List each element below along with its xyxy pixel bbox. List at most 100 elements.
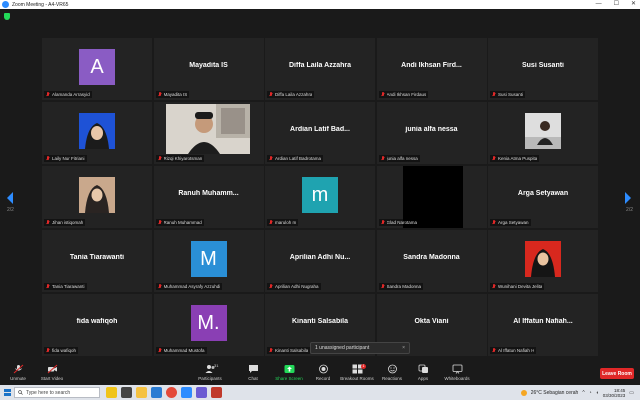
participant-tile[interactable]: Ardian Latif Bad... Ardian Latif Badrotam… — [265, 102, 375, 164]
next-page-arrow-icon[interactable] — [624, 191, 634, 205]
weather-text[interactable]: 26°C Sebagian cerah — [531, 390, 579, 396]
participant-name-label: fida wafiqoh — [44, 347, 79, 354]
record-label: Record — [315, 376, 331, 381]
muted-mic-icon — [269, 348, 273, 353]
participant-name-text: Muhammad Mustofa — [163, 348, 205, 353]
participant-name-text: Kenia Atma Puspita — [498, 156, 538, 161]
minimize-icon[interactable]: — — [596, 0, 602, 9]
file-explorer-icon[interactable] — [136, 387, 147, 398]
participant-display-name: Kinanti Salsabila — [291, 318, 349, 325]
breakout-rooms-button[interactable]: 1 Breakout Rooms — [337, 363, 377, 381]
chrome-browser-icon[interactable] — [166, 387, 177, 398]
participant-tile[interactable]: Glad Narotama — [376, 166, 487, 228]
participant-name-label: Sandra Madonna — [378, 283, 424, 290]
participant-tile[interactable]: Laily Nur Fitriani — [42, 102, 152, 164]
participant-display-name: Tania Tiarawanti — [69, 254, 125, 261]
participant-display-name: fida wafiqoh — [76, 318, 118, 325]
participant-name-label: maruloh m — [267, 219, 299, 226]
chat-button[interactable]: Chat — [233, 363, 273, 381]
tray-chevron-icon[interactable]: ^ — [582, 390, 584, 396]
participant-name-label: Diffa Laila Azzahra — [267, 91, 315, 98]
participant-tile[interactable]: Ranuh Muhamm... Ranuh Muhammad — [153, 166, 264, 228]
reactions-label: Reactions — [381, 376, 402, 381]
participant-name-text: Glad Narotama — [386, 220, 418, 225]
edge-browser-icon[interactable] — [151, 387, 162, 398]
notification-icon[interactable]: ▭ — [629, 390, 634, 396]
participant-tile[interactable]: Al Iffatun Nafiah... Al Iffatun Nafiah H — [488, 294, 598, 356]
participant-tile[interactable]: Mayadita IS Mayadita IS — [153, 38, 264, 100]
participant-tile[interactable]: Diffa Laila Azzahra Diffa Laila Azzahra — [265, 38, 375, 100]
leave-room-button[interactable]: Leave Room — [600, 368, 634, 379]
participants-button[interactable]: 31 Participants — [190, 363, 230, 381]
close-banner-icon[interactable]: × — [402, 345, 405, 351]
participant-name-label: Andi Ikhsan Firdaus — [378, 91, 429, 98]
zoom-app-icon[interactable] — [181, 387, 192, 398]
participant-name-label: Kenia Atma Puspita — [490, 155, 540, 162]
participant-tile[interactable]: A Alamanda Arrasyid — [42, 38, 152, 100]
participant-name-text: Tania Tiarawanti — [52, 284, 85, 289]
participants-count: 31 — [214, 363, 219, 368]
muted-mic-icon — [381, 92, 385, 97]
windows-logo-icon — [3, 389, 11, 396]
close-icon[interactable]: ✕ — [631, 0, 636, 9]
whiteboards-button[interactable]: Whiteboards — [437, 363, 477, 381]
app-icon[interactable] — [196, 387, 207, 398]
participant-name-text: Sandra Madonna — [386, 284, 422, 289]
previous-page-arrow-icon[interactable] — [6, 191, 16, 205]
media-app-icon[interactable] — [211, 387, 222, 398]
participant-display-name: Aprilian Adhi Nu... — [289, 254, 351, 261]
participant-name-label: Muhammad Asyrafy Azzuhdi — [155, 283, 223, 290]
volume-icon[interactable]: ◖ — [596, 390, 599, 396]
system-clock[interactable]: 18:45 03/30/2023 — [603, 388, 626, 398]
participant-tile[interactable]: fida wafiqoh fida wafiqoh — [42, 294, 152, 356]
participant-tile[interactable]: Aprilian Adhi Nu... Aprilian Adhi Nugraha — [265, 230, 375, 292]
participant-name-label: Al Iffatun Nafiah H — [490, 347, 537, 354]
participant-tile[interactable]: Kenia Atma Puspita — [488, 102, 598, 164]
participant-name-text: Andi Ikhsan Firdaus — [386, 92, 427, 97]
participant-tile[interactable]: Tania Tiarawanti Tania Tiarawanti — [42, 230, 152, 292]
participant-tile[interactable]: Andi Ikhsan Fird... Andi Ikhsan Firdaus — [376, 38, 487, 100]
participant-profile-photo — [79, 177, 115, 213]
participant-display-name: Arga Setyawan — [517, 190, 569, 197]
start-video-button[interactable]: Start Video — [32, 363, 72, 381]
meeting-toolbar: Unmute Start Video 31 Participants Chat … — [0, 361, 640, 385]
muted-mic-icon — [158, 220, 162, 225]
widgets-icon[interactable] — [106, 387, 117, 398]
participant-tile[interactable]: M Muhammad Asyrafy Azzuhdi — [153, 230, 264, 292]
participant-name-label: Rizqi Khiyarotsman — [155, 155, 205, 162]
participant-display-name: junia alfa nessa — [405, 126, 458, 133]
participant-tile[interactable]: junia alfa nessa junia alfa nessa — [376, 102, 487, 164]
participant-tile[interactable]: Jihan istiqomah — [42, 166, 152, 228]
window-titlebar: Zoom Meeting - A4-VR65 — ☐ ✕ — [0, 0, 640, 9]
windows-start-button[interactable] — [0, 385, 14, 400]
participant-tile[interactable]: Susi Susanti Susi Susanti — [488, 38, 598, 100]
participant-name-label: Ardian Latif Badrotama — [267, 155, 324, 162]
participant-tile[interactable]: Rizqi Khiyarotsman — [153, 102, 264, 164]
participant-tile[interactable]: M. Muhammad Mustofa — [153, 294, 264, 356]
wifi-icon[interactable]: ◔ — [589, 390, 592, 396]
smiley-icon — [386, 363, 398, 374]
page-indicator-right: 2/2 — [626, 207, 633, 213]
task-view-icon[interactable] — [121, 387, 132, 398]
participant-avatar: M — [190, 241, 227, 277]
participant-tile[interactable]: Arga Setyawan Arga Setyawan — [488, 166, 598, 228]
security-shield-icon[interactable] — [4, 13, 10, 20]
muted-mic-icon — [269, 220, 273, 225]
taskbar-search-box[interactable]: Type here to search — [14, 387, 100, 398]
participant-tile[interactable]: m maruloh m — [265, 166, 375, 228]
zoom-logo-icon — [2, 1, 9, 8]
participant-name-text: Ardian Latif Badrotama — [275, 156, 322, 161]
muted-mic-icon — [12, 363, 24, 374]
participant-tile[interactable]: Wunihani Devita Jelita — [488, 230, 598, 292]
muted-mic-icon — [492, 92, 496, 97]
participant-name-label: Muhammad Mustofa — [155, 347, 207, 354]
participant-tile[interactable]: Sandra Madonna Sandra Madonna — [376, 230, 487, 292]
participant-name-text: Arga Setyawan — [498, 220, 529, 225]
maximize-icon[interactable]: ☐ — [614, 0, 619, 9]
page-indicator-left: 2/2 — [7, 207, 14, 213]
apps-label: Apps — [417, 376, 429, 381]
participant-display-name: Ranuh Muhamm... — [178, 190, 239, 197]
muted-mic-icon — [381, 220, 385, 225]
muted-mic-icon — [46, 284, 50, 289]
unassigned-participant-banner[interactable]: 1 unassigned participant × — [310, 342, 410, 354]
